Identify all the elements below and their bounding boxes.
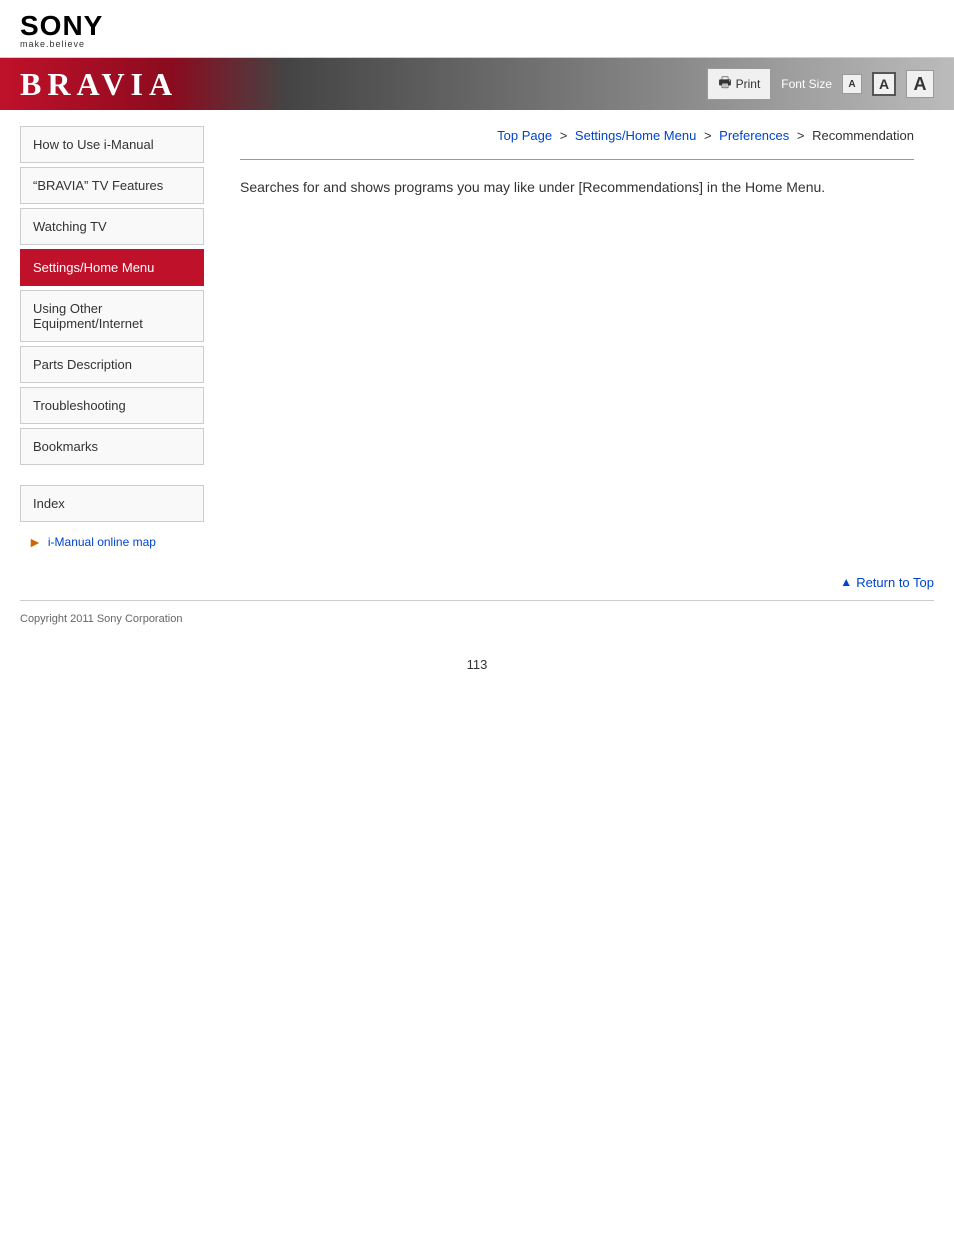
sidebar-item-bookmarks[interactable]: Bookmarks [20,428,204,465]
online-map-label: i-Manual online map [48,535,156,549]
print-button[interactable]: 🖶 Print [707,68,771,100]
sidebar-item-how-to-use[interactable]: How to Use i-Manual [20,126,204,163]
breadcrumb: Top Page > Settings/Home Menu > Preferen… [240,120,914,153]
font-large-button[interactable]: A [906,70,934,98]
top-bar: SONY make.believe [0,0,954,58]
breadcrumb-settings-home-menu[interactable]: Settings/Home Menu [575,128,696,143]
breadcrumb-top-page[interactable]: Top Page [497,128,552,143]
print-label: Print [736,77,761,91]
online-map-link[interactable]: ► i-Manual online map [20,530,204,554]
sony-logo: SONY make.believe [20,12,934,49]
sidebar-item-index[interactable]: Index [20,485,204,522]
font-medium-button[interactable]: A [872,72,896,96]
banner-right: 🖶 Print Font Size A A A [707,68,934,100]
sidebar-item-parts-description[interactable]: Parts Description [20,346,204,383]
font-size-label: Font Size [781,77,832,91]
content-body: Searches for and shows programs you may … [240,176,914,198]
sidebar: How to Use i-Manual “BRAVIA” TV Features… [20,110,220,554]
content-text: Searches for and shows programs you may … [240,176,914,198]
breadcrumb-sep1: > [560,128,571,143]
breadcrumb-current: Recommendation [812,128,914,143]
content-divider [240,159,914,160]
return-to-top-link[interactable]: ▲ Return to Top [840,575,934,590]
breadcrumb-sep2: > [704,128,715,143]
triangle-up-icon: ▲ [840,575,852,589]
return-to-top-row: ▲ Return to Top [0,554,954,600]
page-number: 113 [0,637,954,682]
footer: Copyright 2011 Sony Corporation [0,601,954,637]
sony-logo-text: SONY [20,12,934,40]
main-wrapper: How to Use i-Manual “BRAVIA” TV Features… [0,110,954,554]
sidebar-item-bravia-features[interactable]: “BRAVIA” TV Features [20,167,204,204]
font-small-button[interactable]: A [842,74,862,94]
sidebar-item-troubleshooting[interactable]: Troubleshooting [20,387,204,424]
sidebar-item-settings-home-menu[interactable]: Settings/Home Menu [20,249,204,286]
bravia-title: BRAVIA [20,66,178,103]
copyright-text: Copyright 2011 Sony Corporation [20,613,182,625]
return-to-top-label: Return to Top [856,575,934,590]
content-area: Top Page > Settings/Home Menu > Preferen… [220,110,934,554]
breadcrumb-sep3: > [797,128,808,143]
print-icon: 🖶 [718,72,731,96]
arrow-right-icon: ► [28,534,42,550]
sony-tagline: make.believe [20,40,934,49]
breadcrumb-preferences[interactable]: Preferences [719,128,789,143]
sidebar-item-watching-tv[interactable]: Watching TV [20,208,204,245]
sidebar-item-using-other-equipment[interactable]: Using Other Equipment/Internet [20,290,204,342]
bravia-banner: BRAVIA 🖶 Print Font Size A A A [0,58,954,110]
